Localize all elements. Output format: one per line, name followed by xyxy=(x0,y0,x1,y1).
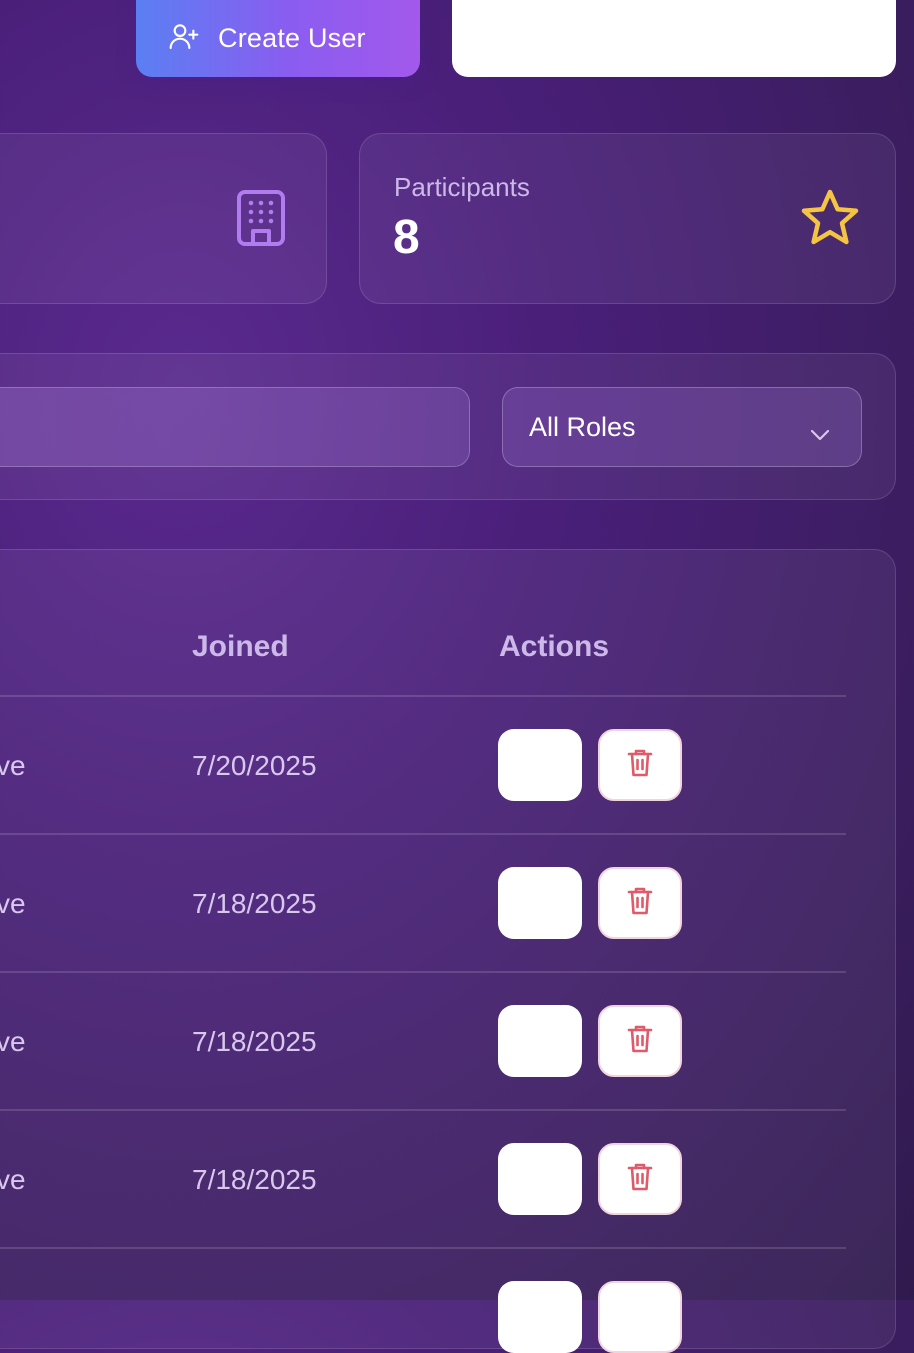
header-divider xyxy=(0,695,846,697)
edit-button[interactable] xyxy=(498,1281,582,1353)
star-icon xyxy=(798,188,862,253)
edit-button[interactable] xyxy=(498,867,582,939)
joined-cell: 7/18/2025 xyxy=(192,1026,317,1057)
role-select[interactable]: All Roles xyxy=(502,387,862,467)
row-divider xyxy=(0,1247,846,1249)
participants-value: 8 xyxy=(393,211,420,264)
row-divider xyxy=(0,833,846,835)
column-header-actions: Actions xyxy=(499,630,610,663)
status-cell: ve xyxy=(0,1026,26,1057)
role-select-value: All Roles xyxy=(529,411,636,442)
column-header-joined: Joined xyxy=(192,630,289,663)
trash-icon xyxy=(626,1023,654,1060)
create-user-label: Create User xyxy=(218,23,366,53)
create-user-button[interactable]: Create User xyxy=(136,0,420,77)
trash-icon xyxy=(626,747,654,784)
participants-label: Participants xyxy=(394,172,530,202)
user-plus-icon xyxy=(168,20,200,57)
joined-cell: 7/18/2025 xyxy=(192,1164,317,1195)
search-input[interactable] xyxy=(0,387,470,467)
users-table xyxy=(0,549,896,1349)
status-cell: ve xyxy=(0,888,26,919)
edit-button[interactable] xyxy=(498,729,582,801)
delete-button[interactable] xyxy=(598,1281,682,1353)
edit-button[interactable] xyxy=(498,1143,582,1215)
row-divider xyxy=(0,1109,846,1111)
delete-button[interactable] xyxy=(598,729,682,801)
joined-cell: 7/20/2025 xyxy=(192,750,317,781)
row-divider xyxy=(0,971,846,973)
delete-button[interactable] xyxy=(598,1005,682,1077)
building-icon xyxy=(236,189,286,252)
delete-button[interactable] xyxy=(598,1143,682,1215)
joined-cell: 7/18/2025 xyxy=(192,888,317,919)
header-search-box[interactable] xyxy=(452,0,896,77)
trash-icon xyxy=(626,885,654,922)
status-cell: ve xyxy=(0,750,26,781)
delete-button[interactable] xyxy=(598,867,682,939)
trash-icon xyxy=(626,1161,654,1198)
status-cell: ve xyxy=(0,1164,26,1195)
chevron-down-icon xyxy=(809,418,831,449)
edit-button[interactable] xyxy=(498,1005,582,1077)
